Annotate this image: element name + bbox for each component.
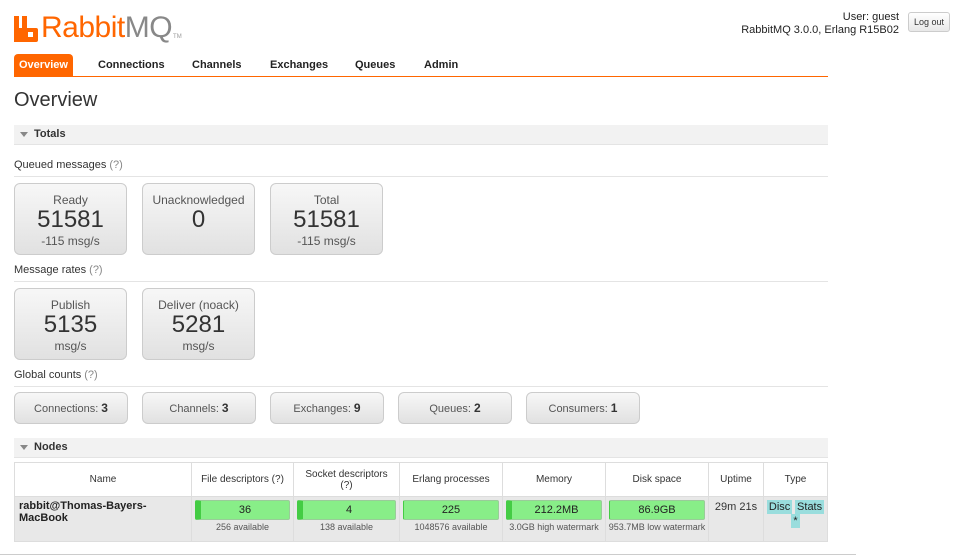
publish-rate-stat: Publish 5135 msg/s: [14, 288, 127, 360]
rabbit-logo-icon: [14, 16, 38, 42]
node-name-link[interactable]: rabbit@Thomas-Bayers-MacBook: [14, 496, 192, 542]
ready-stat: Ready 51581 -115 msg/s: [14, 183, 127, 255]
col-type: Type: [763, 462, 828, 497]
queues-count[interactable]: Queues: 2: [398, 392, 512, 424]
nodes-table: Name File descriptors (?) Socket descrip…: [14, 462, 828, 542]
main-tabs: Overview Connections Channels Exchanges …: [14, 54, 828, 77]
version-label: RabbitMQ 3.0.0, Erlang R15B02: [741, 24, 899, 36]
user-label: User: guest: [842, 11, 899, 23]
help-link[interactable]: (?): [89, 264, 102, 276]
help-link[interactable]: (?): [340, 480, 352, 491]
rabbitmq-logo: RabbitMQ TM: [14, 10, 182, 43]
channels-count[interactable]: Channels: 3: [142, 392, 256, 424]
uptime-value: 29m 21s: [708, 496, 764, 542]
col-file-descriptors: File descriptors (?): [191, 462, 294, 497]
deliver-rate-stat: Deliver (noack) 5281 msg/s: [142, 288, 255, 360]
global-counts-label: Global counts (?): [14, 369, 828, 387]
col-socket-descriptors: Socket descriptors (?): [293, 462, 400, 497]
help-link[interactable]: (?): [84, 369, 97, 381]
type-cell: Disc Stats *: [763, 496, 828, 542]
nodes-section-header[interactable]: Nodes: [14, 438, 828, 458]
total-stat: Total 51581 -115 msg/s: [270, 183, 383, 255]
queued-messages-label: Queued messages (?): [14, 159, 828, 177]
col-memory: Memory: [502, 462, 606, 497]
tab-queues[interactable]: Queues: [355, 54, 395, 76]
col-uptime: Uptime: [708, 462, 764, 497]
fd-bar: 36: [195, 500, 290, 520]
type-disc-badge: Disc: [766, 500, 793, 514]
type-stats-badge: Stats: [795, 500, 825, 514]
tab-overview[interactable]: Overview: [14, 54, 73, 76]
ep-cell: 225 1048576 available: [399, 496, 503, 542]
col-name: Name: [14, 462, 192, 497]
tab-connections[interactable]: Connections: [98, 54, 165, 76]
col-disk-space: Disk space: [605, 462, 709, 497]
collapse-triangle-icon: [20, 445, 28, 450]
tab-exchanges[interactable]: Exchanges: [270, 54, 328, 76]
disk-bar: 86.9GB: [609, 500, 705, 520]
exchanges-count[interactable]: Exchanges: 9: [270, 392, 384, 424]
logout-button[interactable]: Log out: [908, 12, 950, 32]
connections-count[interactable]: Connections: 3: [14, 392, 128, 424]
totals-section-header[interactable]: Totals: [14, 125, 828, 145]
message-rates-label: Message rates (?): [14, 264, 828, 282]
type-star-badge: *: [791, 514, 800, 528]
fd-cell: 36 256 available: [191, 496, 294, 542]
footer-divider: [0, 554, 856, 555]
col-erlang-processes: Erlang processes: [399, 462, 503, 497]
unacknowledged-stat: Unacknowledged 0: [142, 183, 255, 255]
help-link[interactable]: (?): [272, 474, 284, 485]
sd-cell: 4 138 available: [293, 496, 400, 542]
table-header-row: Name File descriptors (?) Socket descrip…: [14, 462, 828, 497]
consumers-count[interactable]: Consumers: 1: [526, 392, 640, 424]
disk-cell: 86.9GB 953.7MB low watermark: [605, 496, 709, 542]
tab-admin[interactable]: Admin: [424, 54, 458, 76]
user-info: User: guest RabbitMQ 3.0.0, Erlang R15B0…: [741, 11, 899, 37]
collapse-triangle-icon: [20, 132, 28, 137]
memory-cell: 212.2MB 3.0GB high watermark: [502, 496, 606, 542]
page-title: Overview: [14, 89, 98, 111]
sd-bar: 4: [297, 500, 396, 520]
tab-channels[interactable]: Channels: [192, 54, 242, 76]
table-row: rabbit@Thomas-Bayers-MacBook 36 256 avail…: [14, 496, 828, 542]
help-link[interactable]: (?): [109, 159, 122, 171]
ep-bar: 225: [403, 500, 499, 520]
memory-bar: 212.2MB: [506, 500, 602, 520]
